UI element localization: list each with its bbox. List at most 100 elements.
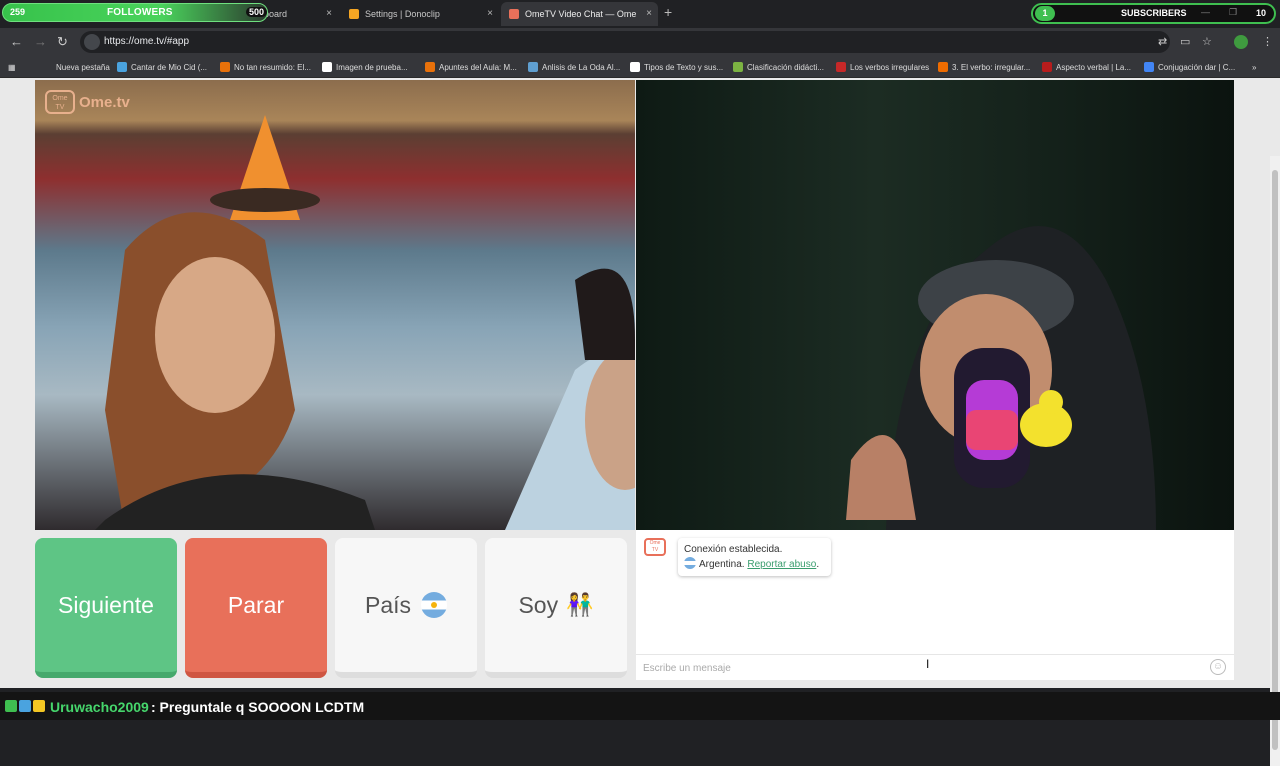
donoclip-icon: [349, 9, 359, 19]
tab-donoclip[interactable]: Settings | Donoclip ×: [341, 2, 499, 26]
report-abuse-link[interactable]: Reportar abuso: [747, 559, 816, 570]
bookmark-label: Cantar de Mio Cid (...: [131, 62, 208, 72]
bookmark-label: Los verbos irregulares: [850, 62, 930, 72]
country-label: País: [364, 591, 412, 618]
apps-icon[interactable]: ▦: [8, 61, 16, 73]
connection-status: Conexión establecida.: [684, 544, 783, 555]
stranger-video: Ome TV Ome.tv: [35, 80, 635, 530]
bookmark-item[interactable]: Anlisis de La Oda Al...: [528, 61, 620, 73]
chat-username: Uruwacho2009: [50, 699, 149, 715]
restore-button[interactable]: ❐: [1229, 7, 1237, 18]
subscribers-goal: 10: [1255, 8, 1266, 18]
bookmark-item[interactable]: Imagen de prueba...: [322, 61, 408, 73]
stream-chat-ticker: Uruwacho2009 : Preguntale q SOOOON LCDTM: [0, 692, 1280, 720]
new-tab-button[interactable]: +: [664, 4, 672, 20]
address-bar[interactable]: https://ome.tv/#app: [80, 31, 1170, 53]
bookmark-label: Conjugación dar | C...: [1158, 62, 1236, 72]
scrollbar-thumb[interactable]: [1272, 170, 1278, 750]
bookmark-item[interactable]: Apuntes del Aula: M...: [425, 61, 517, 73]
forward-icon[interactable]: →: [34, 34, 47, 49]
bookmark-icon: [322, 62, 332, 72]
ometv-chat-icon: Ome TV: [644, 538, 666, 556]
stranger-country: Argentina.: [699, 559, 745, 570]
bookmark-item[interactable]: 3. El verbo: irregular...: [938, 61, 1030, 73]
chat-panel: Ome TV Conexión establecida. Argentina. R…: [636, 530, 1234, 680]
close-icon[interactable]: ×: [487, 8, 493, 19]
bookmark-icon: [733, 62, 743, 72]
bookmark-item[interactable]: Los verbos irregulares: [836, 61, 929, 73]
chat-message: : Preguntale q SOOOON LCDTM: [151, 699, 365, 715]
bookmark-label: Clasificación didácti...: [747, 62, 824, 72]
subscribers-label: SUBSCRIBERS: [1121, 8, 1187, 18]
text-cursor-icon: I: [926, 657, 930, 671]
subscribers-goal-bar: 1 SUBSCRIBERS — ❐ 10: [1031, 3, 1276, 24]
tab-ometv[interactable]: OmeTV Video Chat — Ome ×: [501, 2, 658, 26]
message-input[interactable]: Escribe un mensaje ☺: [636, 654, 1234, 680]
gender-button[interactable]: Soy 👫: [485, 538, 627, 678]
bookmark-label: Tipos de Texto y sus...: [644, 62, 724, 72]
country-button[interactable]: País: [335, 538, 477, 678]
ometv-app: Ome TV Ome.tv Siguiente Parar País Soy 👫…: [0, 78, 1280, 766]
bookmark-label: No tan resumido: El...: [234, 62, 311, 72]
argentina-flag-icon: [421, 592, 448, 618]
followers-goal: 500: [246, 7, 268, 17]
subscribers-count: 1: [1035, 6, 1055, 21]
bookmark-label: Anlisis de La Oda Al...: [542, 62, 621, 72]
kick-badge-icon: [5, 700, 17, 712]
bookmark-star-icon[interactable]: ☆: [1202, 35, 1212, 48]
stop-button[interactable]: Parar: [185, 538, 327, 678]
followers-goal-bar: 259 FOLLOWERS 500: [2, 3, 268, 22]
bookmark-label: Aspecto verbal | La...: [1056, 62, 1132, 72]
close-icon[interactable]: ×: [646, 8, 652, 19]
bookmark-icon: [117, 62, 127, 72]
bookmark-icon: [42, 62, 52, 72]
bookmark-icon: [220, 62, 230, 72]
bookmark-item[interactable]: Clasificación didácti...: [733, 61, 824, 73]
bookmark-icon: [528, 62, 538, 72]
more-bookmarks-icon[interactable]: »: [1252, 61, 1256, 73]
translate-icon[interactable]: ⇄: [1158, 35, 1167, 48]
tab-strip: Stream - Ki...shboard × Settings | Donoc…: [0, 0, 1280, 28]
bookmarks-bar: ▦ Nueva pestaña Cantar de Mio Cid (... N…: [0, 56, 1280, 78]
message-placeholder: Escribe un mensaje: [643, 663, 731, 674]
sub-badge-icon: [33, 700, 45, 712]
bookmark-item[interactable]: Cantar de Mio Cid (...: [117, 61, 207, 73]
bookmark-icon: [836, 62, 846, 72]
bookmark-icon: [425, 62, 435, 72]
bookmark-icon: [938, 62, 948, 72]
bookmark-item[interactable]: Conjugación dar | C...: [1144, 61, 1235, 73]
stranger-video-feed: [95, 115, 635, 530]
bookmark-label: Imagen de prueba...: [336, 62, 408, 72]
tab-title: OmeTV Video Chat — Ome: [525, 9, 637, 19]
bookmark-item[interactable]: No tan resumido: El...: [220, 61, 311, 73]
ometv-icon: [509, 9, 519, 19]
verified-badge-icon: [19, 700, 31, 712]
couple-icon: 👫: [566, 592, 594, 617]
bookmark-label: Apuntes del Aula: M...: [439, 62, 517, 72]
close-icon[interactable]: ×: [326, 8, 332, 19]
argentina-flag-icon: [684, 557, 696, 569]
system-message: Conexión establecida. Argentina. Reporta…: [678, 538, 831, 576]
bookmark-icon: [630, 62, 640, 72]
page-scrollbar[interactable]: [1270, 156, 1280, 766]
reload-icon[interactable]: ↻: [57, 34, 68, 50]
next-button[interactable]: Siguiente: [35, 538, 177, 678]
site-info-icon[interactable]: [84, 34, 100, 50]
bookmark-icon: [1042, 62, 1052, 72]
bookmark-item[interactable]: Aspecto verbal | La...: [1042, 61, 1131, 73]
menu-icon[interactable]: ⋮: [1262, 35, 1273, 48]
gender-label: Soy: [518, 591, 559, 618]
bookmark-item[interactable]: Nueva pestaña: [42, 61, 110, 73]
my-video: [636, 80, 1234, 530]
bookmark-item[interactable]: Tipos de Texto y sus...: [630, 61, 723, 73]
followers-label: FOLLOWERS: [107, 7, 173, 18]
cast-icon[interactable]: ▭: [1180, 35, 1190, 48]
my-video-feed: [846, 226, 1156, 530]
profile-avatar[interactable]: [1234, 35, 1248, 49]
url-text: https://ome.tv/#app: [104, 36, 190, 47]
minimize-button[interactable]: —: [1201, 7, 1210, 17]
back-icon[interactable]: ←: [10, 34, 23, 49]
bookmark-label: 3. El verbo: irregular...: [952, 62, 1031, 72]
emoji-icon[interactable]: ☺: [1210, 659, 1226, 675]
followers-count: 259: [10, 7, 26, 17]
